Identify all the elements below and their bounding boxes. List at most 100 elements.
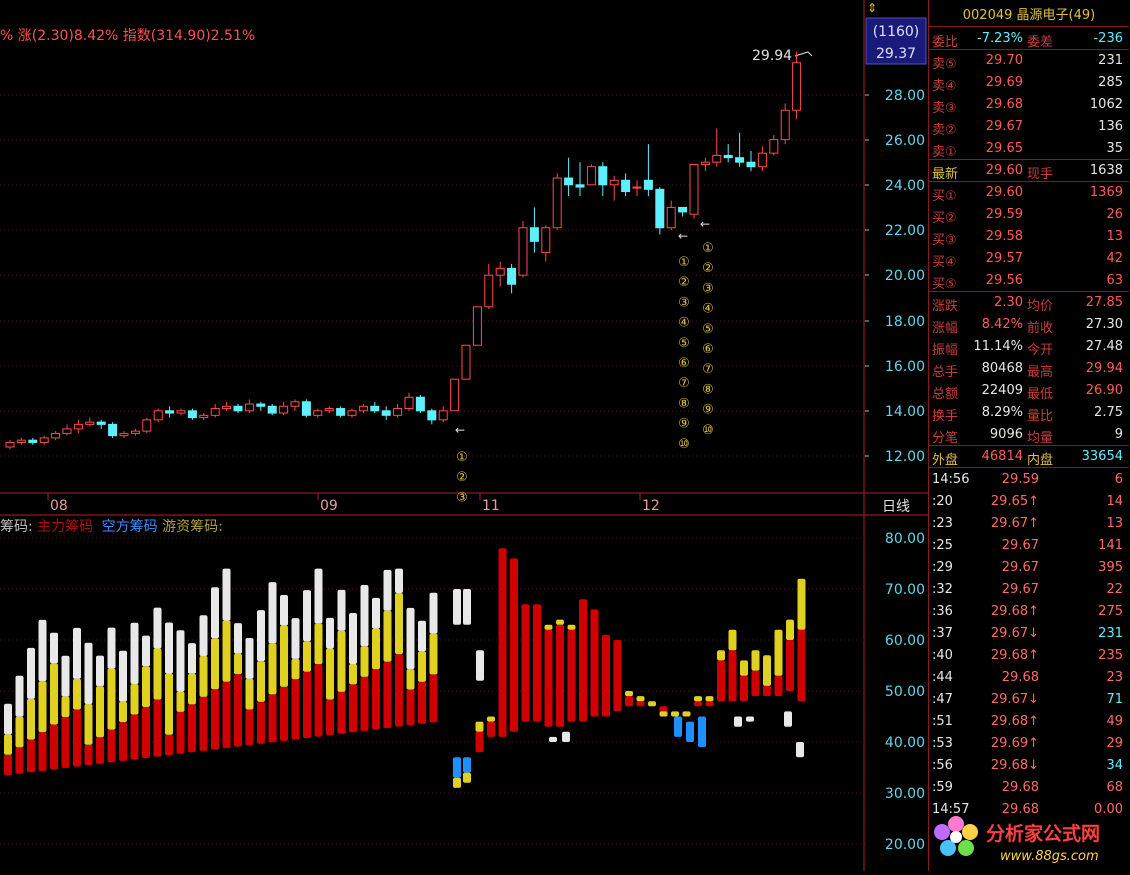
row-label: 买③ [932,233,957,248]
tick-row: :32 29.67 22 [929,579,1129,601]
hot-chip-bar [4,734,12,755]
main-chip-bar [556,624,564,727]
indicator-hot-label: 游资筹码: [162,518,223,535]
tick-volume: 275 [1098,604,1123,619]
indicator-tick: 70.00 [885,582,925,598]
chart-area[interactable]: % 涨(2.30)8.42% 指数(314.90)2.51% 08 09 11 … [0,0,865,871]
row-volume: 1369 [1089,185,1123,200]
candle [142,417,152,434]
white-chip-bar [314,568,323,624]
hot-chip-bar [280,625,288,687]
month-label: 11 [482,498,500,514]
row-volume: 63 [1106,273,1123,288]
tick-price: 29.68↓ [990,758,1039,773]
indicator-tick: 80.00 [885,531,925,547]
hand-label: 现手 [1027,167,1054,182]
tick-price: 29.69↑ [990,736,1039,751]
hot-chip-bar [337,630,346,692]
main-chip-bar [717,660,725,702]
indicator-prefix: 筹码: [0,518,33,535]
inner-label: 内盘 [1027,453,1054,468]
main-chip-bar [337,691,346,734]
tick-volume: 23 [1106,670,1123,685]
main-chip-bar [257,701,265,744]
white-chip-bar [383,569,392,611]
white-chip-bar [107,627,116,669]
main-chip-bar [625,696,633,707]
main-chip-bar [153,699,162,757]
tick-time: :40 [932,648,953,663]
hot-chip-bar [257,661,265,702]
hot-chip-bar [222,620,231,682]
inner-value: 33654 [1081,449,1123,464]
hot-chip-bar [38,681,47,733]
hot-chip-bar [142,666,150,708]
main-chip-bar [73,709,81,767]
scroll-up-icon[interactable]: ⇕ [867,1,877,15]
circle-number: ⑧ [702,382,714,397]
tick-time: 14:56 [932,472,970,487]
row-label: 买④ [932,255,957,270]
tick-price: 29.67↓ [990,626,1039,641]
row-volume: 42 [1106,251,1123,266]
tick-row: :59 29.68 68 [929,777,1129,799]
white-chip-bar [453,589,461,625]
stat-row: 涨跌 2.30 均价 27.85 [929,292,1129,314]
hot-chip-bar [130,683,139,715]
white-chip-bar [349,612,357,664]
tick-row: :20 29.65↑ 14 [929,491,1129,513]
bid-row: 买② 29.59 26 [929,204,1129,226]
short-chip-bar [463,757,471,773]
hot-chip-bar [659,711,668,717]
row-volume: 231 [1098,53,1123,68]
main-chip-bar [199,696,208,751]
tick-volume: 29 [1106,736,1123,751]
tick-volume: 68 [1106,780,1123,795]
stat-label-2: 前收 [1027,321,1054,336]
circle-number: ⑧ [678,396,690,411]
tick-price: 29.68↑ [990,648,1039,663]
outer-value: 46814 [981,449,1023,464]
main-chip-bar [395,654,403,727]
hot-chip-bar [774,629,783,676]
row-volume: 35 [1106,141,1123,156]
period-label[interactable]: 日线 [882,499,910,515]
main-chip-bar [590,609,599,717]
stat-value-2: 9 [1114,427,1123,442]
row-price: 29.57 [985,251,1023,266]
white-chip-bar [211,587,219,639]
tick-price: 29.68↑ [990,604,1039,619]
tick-price: 29.67 [1001,582,1039,597]
row-volume: 26 [1106,207,1123,222]
hot-chip-bar [73,678,81,710]
hot-chip-bar [234,653,242,675]
site-logo: 分析家公式网 www.88gs.com [930,810,1130,871]
stock-title: 002049 晶源电子(49) [962,8,1096,23]
circle-number: ① [702,241,714,256]
tick-volume: 22 [1106,582,1123,597]
stat-value-2: 27.30 [1085,317,1123,332]
tick-time: :32 [932,582,953,597]
hot-chip-bar [705,696,714,702]
hot-chip-bar [303,641,311,672]
stat-value: 8.42% [981,317,1023,332]
main-chip-bar [130,714,139,760]
hot-chip-bar [314,623,323,665]
hot-chip-bar [291,658,300,680]
hot-chip-bar [326,648,334,700]
hot-chip-bar [199,656,208,697]
main-chip-bar [4,754,12,776]
hot-chip-bar [418,651,426,682]
circle-number: ④ [678,316,690,331]
latest-label: 最新 [932,167,959,182]
row-price: 29.67 [985,119,1023,134]
hot-chip-bar [211,638,219,690]
circle-number: ⑨ [702,403,714,418]
stat-value-2: 2.75 [1094,405,1123,420]
row-price: 29.68 [985,97,1023,112]
ask-row: 卖② 29.67 136 [929,116,1129,138]
hot-chip-bar [84,703,93,745]
hot-chip-bar [188,673,196,705]
indicator-short-label: 空方筹码 [102,518,158,535]
hot-chip-bar [797,578,806,630]
